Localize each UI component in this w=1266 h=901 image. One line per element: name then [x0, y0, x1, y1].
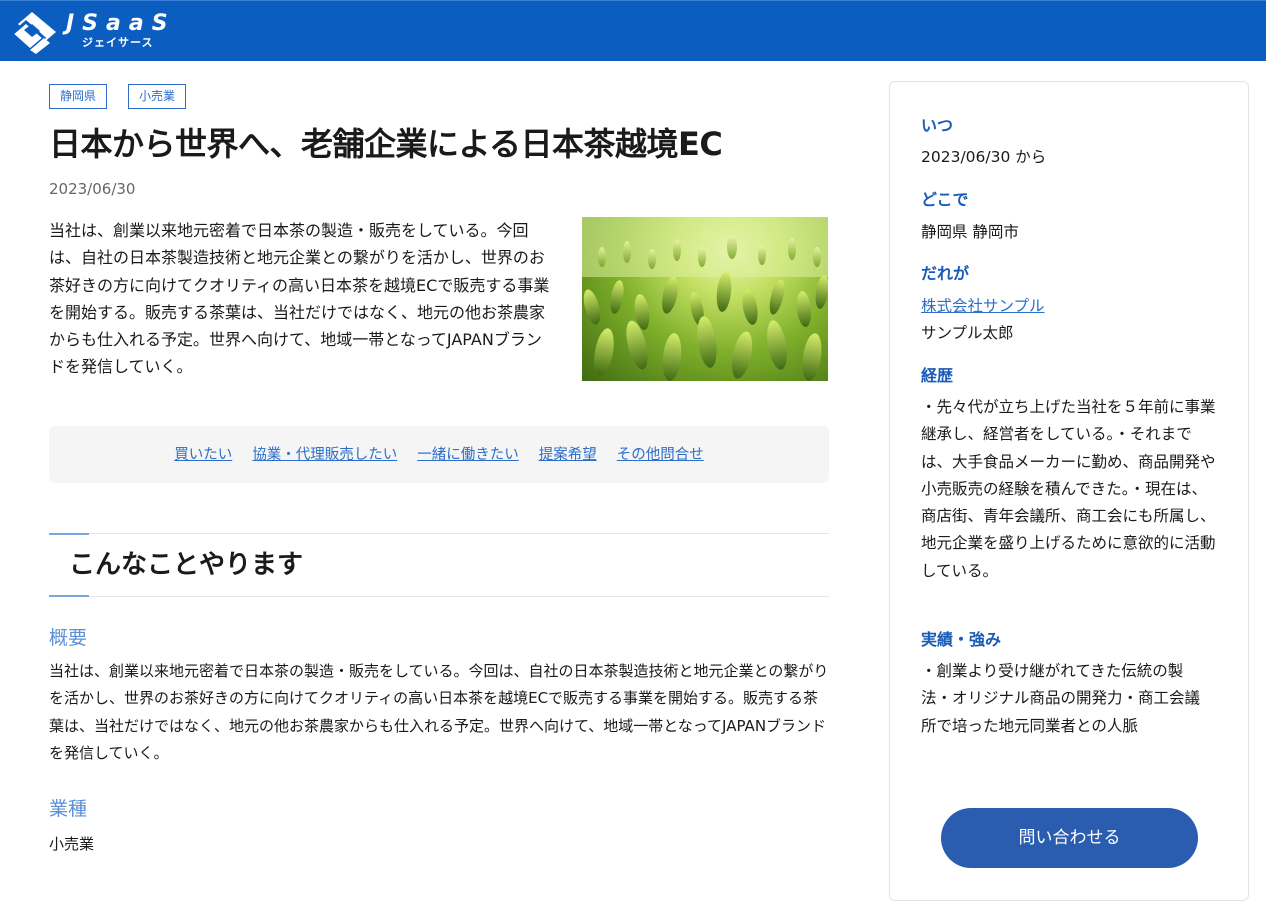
strength-text: ・創業より受け継がれてきた伝統の製法・オリジナル商品の開発力・商工会議所で培った…	[921, 662, 1201, 735]
section-accent-top	[49, 533, 89, 535]
jsaas-logo-icon	[10, 12, 56, 54]
when-value: 2023/06/30 から	[921, 148, 1047, 166]
where-value: 静岡県 静岡市	[921, 223, 1019, 241]
link-work-together[interactable]: 一緒に働きたい	[417, 445, 519, 465]
link-partnership[interactable]: 協業・代理販売したい	[252, 445, 397, 465]
site-header: JSaaS ジェイサース	[0, 0, 1266, 61]
info-sidebar: いつ 2023/06/30 から どこで 静岡県 静岡市 だれが 株式会社サンプ…	[889, 81, 1249, 901]
tag-industry[interactable]: 小売業	[128, 84, 187, 109]
when-label: いつ	[921, 116, 954, 135]
page-title: 日本から世界へ、老舗企業による日本茶越境EC	[49, 125, 723, 163]
company-link[interactable]: 株式会社サンプル	[921, 297, 1045, 315]
site-logo[interactable]: JSaaS ジェイサース	[10, 10, 180, 54]
industry-value: 小売業	[49, 835, 95, 853]
section-title: こんなことやります	[69, 550, 304, 580]
person-name: サンプル太郎	[921, 324, 1014, 343]
career-text: ・先々代が立ち上げた当社を５年前に事業継承し、経営者をしている。・それまでは、大…	[921, 398, 1216, 580]
tea-field-photo	[582, 217, 828, 381]
link-other-inquiry[interactable]: その他問合せ	[617, 445, 704, 465]
section-header: こんなことやります	[49, 533, 829, 597]
career-label: 経歴	[921, 366, 954, 385]
logo-subtext: ジェイサース	[82, 36, 154, 49]
inquiry-links: 買いたい 協業・代理販売したい 一緒に働きたい 提案希望 その他問合せ	[49, 426, 829, 483]
contact-button[interactable]: 問い合わせる	[941, 808, 1198, 868]
industry-label: 業種	[49, 798, 88, 820]
overview-text: 当社は、創業以来地元密着で日本茶の製造・販売をしている。今回は、自社の日本茶製造…	[49, 662, 829, 762]
post-date: 2023/06/30	[49, 180, 136, 198]
who-value: 株式会社サンプル サンプル太郎	[921, 293, 1221, 348]
where-label: どこで	[921, 190, 969, 209]
section-accent-bottom	[49, 595, 89, 597]
link-proposal[interactable]: 提案希望	[539, 445, 597, 465]
lead-text: 当社は、創業以来地元密着で日本茶の製造・販売をしている。今回は、自社の日本茶製造…	[49, 221, 550, 377]
overview-label: 概要	[49, 627, 88, 649]
tag-prefecture[interactable]: 静岡県	[49, 84, 108, 109]
logo-text: JSaaS	[66, 11, 176, 36]
who-label: だれが	[921, 264, 970, 283]
tea-leaves-illustration	[582, 217, 828, 381]
strength-label: 実績・強み	[921, 630, 1002, 649]
link-buy[interactable]: 買いたい	[174, 445, 232, 465]
